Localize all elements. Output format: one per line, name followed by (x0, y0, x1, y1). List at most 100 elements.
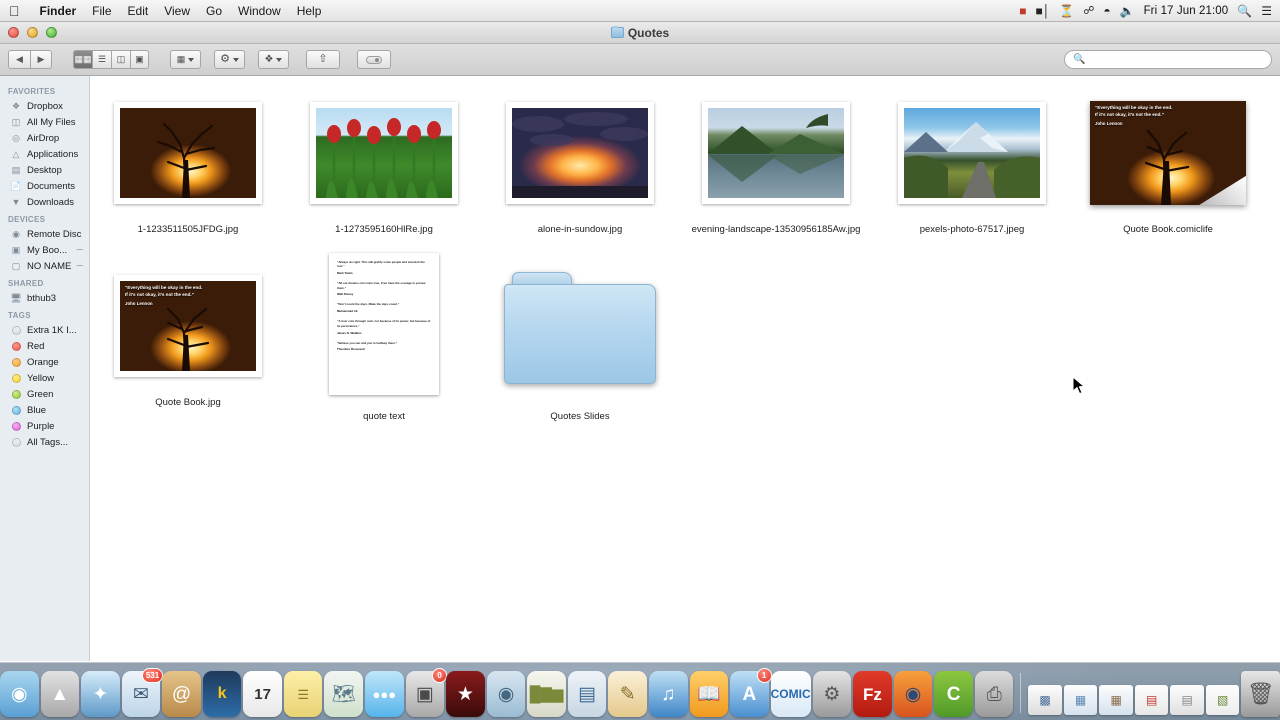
sidebar-item-tag-green[interactable]: Green (0, 386, 89, 402)
menu-item-view[interactable]: View (156, 0, 198, 22)
minimized-window-finder-2[interactable]: ▦ (1099, 685, 1133, 715)
all-my-files-icon: ◫ (11, 116, 21, 127)
sidebar-item-all-tags[interactable]: All Tags... (0, 434, 89, 450)
back-button[interactable]: ◀ (8, 50, 30, 69)
dock-item-pages[interactable]: ✎ (608, 671, 647, 717)
sidebar-item-downloads[interactable]: ▼ Downloads (0, 194, 89, 210)
dock-item-kindle[interactable]: k (202, 671, 242, 717)
search-input[interactable] (1090, 53, 1263, 66)
dock-item-safari[interactable]: ✦ (81, 671, 120, 717)
minimized-window-firefox-2[interactable]: ▤ (1170, 685, 1204, 715)
file-icon-grid[interactable]: 1-1233511505JFDG.jpg 1-1273595160HlRe.jp… (90, 76, 1280, 661)
eject-icon[interactable]: ⏤ (77, 261, 89, 271)
volume-icon[interactable]: 🔈 (1120, 4, 1135, 18)
sidebar-item-tag-extra[interactable]: Extra 1K I... (0, 322, 89, 338)
file-item-quote-book-comiclife[interactable]: “Everything will be okay in the end. If … (1070, 76, 1266, 235)
notification-center-icon[interactable]: ☰ (1261, 4, 1272, 18)
dock-item-itunes[interactable]: ♫ (648, 671, 688, 717)
share-button[interactable]: ⇧ (306, 50, 340, 69)
dock-item-numbers[interactable]: █▇▆ (527, 671, 566, 717)
file-item-evening-landscape[interactable]: evening-landscape-13530956185Aw.jpg (678, 76, 874, 235)
sidebar-item-tag-blue[interactable]: Blue (0, 402, 89, 418)
wifi-icon[interactable]: ◓ (1103, 4, 1110, 18)
file-item-pexels-photo[interactable]: pexels-photo-67517.jpeg (874, 76, 1070, 235)
dock-item-evernote[interactable]: C (934, 671, 973, 717)
file-item-alone-in-sundow[interactable]: alone-in-sundow.jpg (482, 76, 678, 235)
menu-item-window[interactable]: Window (230, 0, 289, 22)
sidebar-item-no-name[interactable]: ▢ NO NAME ⏤ (0, 258, 89, 274)
menu-item-file[interactable]: File (84, 0, 119, 22)
minimized-window-preview[interactable]: ▩ (1028, 685, 1062, 715)
dock-item-calendar[interactable]: 17 (243, 671, 282, 717)
eject-icon[interactable]: ⏤ (77, 245, 89, 255)
dock-item-keynote[interactable]: ▤ (567, 671, 607, 717)
menu-item-edit[interactable]: Edit (120, 0, 157, 22)
file-item-tulips[interactable]: 1-1273595160HlRe.jpg (286, 76, 482, 235)
dock-item-system-preferences[interactable]: ⚙ (812, 671, 852, 717)
dock-item-facetime[interactable]: ▣ 0 (405, 668, 448, 717)
column-view-button[interactable]: ◫ (111, 50, 130, 69)
dropbox-dropdown[interactable]: ❖ (258, 50, 289, 69)
dock-item-comic-life[interactable]: COMIC (770, 671, 811, 717)
sidebar-item-bthub3[interactable]: 🖥 bthub3 (0, 290, 89, 306)
minimized-window-evernote[interactable]: ▧ (1205, 685, 1240, 715)
dock-item-notes[interactable]: ☰ (283, 671, 323, 717)
tags-button[interactable] (357, 50, 391, 69)
menu-item-help[interactable]: Help (289, 0, 330, 22)
sidebar-item-desktop[interactable]: ▤ Desktop (0, 162, 89, 178)
menu-bar-clock[interactable]: Fri 17 Jun 21:00 (1144, 5, 1229, 17)
dock-item-ibooks[interactable]: 📖 (689, 671, 729, 717)
file-item-quote-text[interactable]: “Always do right. This will gratify some… (286, 249, 482, 422)
sidebar-item-label: Documents (27, 180, 76, 192)
file-item-quotes-slides-folder[interactable]: Quotes Slides (482, 249, 678, 422)
spotlight-search-icon[interactable]: 🔍 (1237, 4, 1252, 18)
sidebar-item-tag-orange[interactable]: Orange (0, 354, 89, 370)
sidebar-item-my-book[interactable]: ▣ My Boo... ⏤ (0, 242, 89, 258)
dock-item-image-capture[interactable]: ⎙ (974, 671, 1014, 717)
minimized-window-firefox-1[interactable]: ▤ (1134, 685, 1169, 715)
menu-item-go[interactable]: Go (198, 0, 230, 22)
coverflow-view-button[interactable]: ▣ (130, 50, 149, 69)
list-view-button[interactable]: ☰ (92, 50, 111, 69)
photo-frame (310, 102, 458, 204)
window-titlebar[interactable]: Quotes (0, 22, 1280, 44)
dock-item-mail[interactable]: ✉ 531 (121, 668, 164, 717)
dropbox-status-icon[interactable]: ■ (1019, 4, 1026, 18)
quote-text: “Always do right. This will gratify some… (337, 260, 425, 269)
dock-item-messages[interactable]: ●●● (365, 671, 404, 717)
sidebar-item-applications[interactable]: △ Applications (0, 146, 89, 162)
dock-item-launchpad[interactable]: ▲ (40, 671, 80, 717)
dock-item-finder[interactable]: ◉ (0, 671, 39, 717)
timemachine-icon[interactable]: ⏳ (1059, 4, 1074, 18)
bluetooth-icon[interactable]: ☍ (1083, 4, 1094, 17)
sidebar-item-tag-yellow[interactable]: Yellow (0, 370, 89, 386)
sidebar-item-documents[interactable]: 📄 Documents (0, 178, 89, 194)
forward-button[interactable]: ▶ (30, 50, 52, 69)
sidebar-item-tag-purple[interactable]: Purple (0, 418, 89, 434)
dock-item-iphoto[interactable]: ◉ (486, 671, 526, 717)
arrange-dropdown[interactable]: ▦ (170, 50, 201, 69)
action-gear-dropdown[interactable]: ⚙ (214, 50, 245, 69)
minimized-window-finder-1[interactable]: ▦ (1063, 685, 1098, 715)
dock-item-maps[interactable]: 🗺 (324, 671, 364, 717)
sidebar-item-airdrop[interactable]: ◎ AirDrop (0, 130, 89, 146)
sidebar-item-dropbox[interactable]: ❖ Dropbox (0, 98, 89, 114)
file-item-quote-book-jpg[interactable]: “Everything will be okay in the end. If … (90, 249, 286, 422)
dock-item-firefox[interactable]: ◉ (893, 671, 933, 717)
sidebar-item-label: NO NAME (27, 260, 72, 272)
dock-item-filezilla[interactable]: Fz (853, 671, 892, 717)
menu-item-finder[interactable]: Finder (32, 0, 85, 22)
icon-view-button[interactable]: ▦▦ (73, 50, 92, 69)
dock-item-imovie[interactable]: ★ (446, 671, 485, 717)
apple-menu-icon[interactable]:  (9, 4, 20, 18)
dock-item-trash[interactable]: 🗑 (1241, 671, 1280, 717)
search-field[interactable]: 🔍 (1064, 50, 1272, 69)
sidebar-item-remote-disc[interactable]: ◉ Remote Disc (0, 226, 89, 242)
battery-icon[interactable]: ■│ (1036, 4, 1051, 18)
quote-block: “A river cuts through rock, not because … (337, 319, 431, 334)
dock-item-contacts[interactable]: @ (162, 671, 201, 717)
dock-item-app-store[interactable]: A 1 (730, 668, 772, 717)
sidebar-item-all-my-files[interactable]: ◫ All My Files (0, 114, 89, 130)
sidebar-item-tag-red[interactable]: Red (0, 338, 89, 354)
file-item-tree-sunset[interactable]: 1-1233511505JFDG.jpg (90, 76, 286, 235)
